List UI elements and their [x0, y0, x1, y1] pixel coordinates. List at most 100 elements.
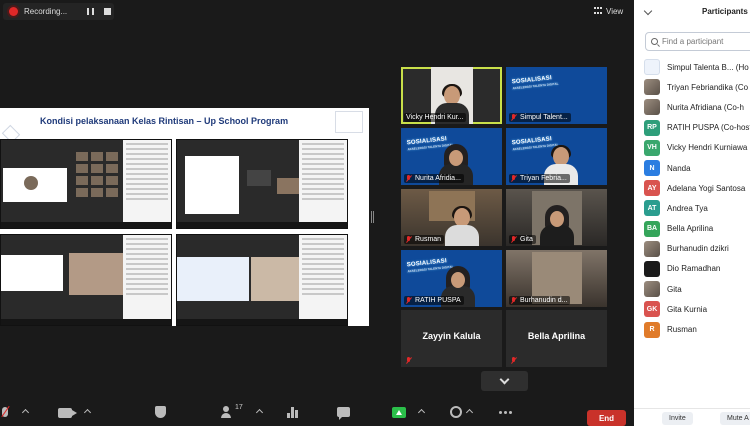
audio-options-caret[interactable] — [21, 408, 30, 417]
video-tile[interactable]: Gita — [506, 189, 607, 246]
reactions-options-caret[interactable] — [465, 408, 474, 417]
participant-row[interactable]: N Nanda — [634, 158, 750, 178]
participant-name: RATIH PUSPA (Co-host — [667, 123, 750, 133]
participant-row[interactable]: Burhanudin dzikri — [634, 239, 750, 259]
polls-button[interactable] — [287, 406, 299, 418]
mute-all-button[interactable]: Mute A — [720, 412, 750, 425]
zoom-screenshot — [176, 234, 348, 326]
poster-graphic: SOSIALISASI AKSELERASI TALENTA DIGITAL — [511, 75, 559, 91]
participant-row[interactable]: Simpul Talenta B... (Ho — [634, 57, 750, 77]
tile-center-name: Bella Aprilina — [527, 331, 586, 341]
participants-options-caret[interactable] — [255, 408, 264, 417]
zoom-screenshot — [176, 139, 348, 229]
participant-row[interactable]: Dio Ramadhan — [634, 259, 750, 279]
participant-row[interactable]: R Rusman — [634, 319, 750, 339]
share-options-caret[interactable] — [417, 408, 426, 417]
reactions-button[interactable] — [450, 406, 462, 418]
participant-row[interactable]: RP RATIH PUSPA (Co-host — [634, 118, 750, 138]
microphone-muted-icon — [2, 407, 8, 417]
video-tile[interactable]: SOSIALISASI AKSELERASI TALENTA DIGITAL RA… — [401, 250, 502, 307]
participant-name: Dio Ramadhan — [667, 264, 721, 274]
reactions-icon — [450, 406, 462, 418]
tile-mute-status — [404, 356, 415, 365]
video-tile[interactable]: SOSIALISASI AKSELERASI TALENTA DIGITAL Nu… — [401, 128, 502, 185]
video-tile[interactable]: Vicky Hendri Kur... — [401, 67, 502, 124]
participant-name: Simpul Talenta B... (Ho — [667, 62, 749, 72]
tile-name: Burhanudin d... — [509, 296, 571, 305]
slide-decoration — [335, 111, 363, 133]
participant-row[interactable]: VH Vicky Hendri Kurniawa — [634, 138, 750, 158]
share-screen-button[interactable] — [392, 406, 406, 418]
participant-search[interactable] — [645, 32, 750, 51]
view-label: View — [606, 6, 624, 16]
security-button[interactable] — [155, 406, 166, 418]
avatar: RP — [644, 119, 660, 136]
grid-view-icon — [594, 7, 603, 15]
participant-row[interactable]: AT Andrea Tya — [634, 198, 750, 218]
invite-button[interactable]: Invite — [662, 412, 693, 425]
mic-muted-icon — [406, 297, 412, 304]
video-tile[interactable]: Rusman — [401, 189, 502, 246]
start-video-button[interactable] — [58, 406, 77, 418]
stop-recording-icon[interactable] — [104, 8, 111, 15]
avatar: AY — [644, 180, 660, 197]
participant-row[interactable]: BA Bella Aprilina — [634, 219, 750, 239]
record-dot-icon — [9, 7, 18, 16]
unmute-button[interactable] — [2, 406, 8, 417]
participant-row[interactable]: GK Gita Kurnia — [634, 299, 750, 319]
participant-name: Burhanudin dzikri — [667, 244, 729, 254]
participants-count: 17 — [235, 404, 243, 411]
resize-handle[interactable] — [371, 211, 374, 223]
recording-indicator: Recording... — [3, 3, 114, 20]
participant-row[interactable]: AY Adelana Yogi Santosa — [634, 178, 750, 198]
participant-name: Andrea Tya — [667, 203, 708, 213]
participant-name: Nanda — [667, 163, 691, 173]
pause-recording-icon[interactable] — [87, 8, 94, 15]
video-tile[interactable]: Burhanudin d... — [506, 250, 607, 307]
video-tile[interactable]: SOSIALISASI AKSELERASI TALENTA DIGITAL Tr… — [506, 128, 607, 185]
participant-row[interactable]: Triyan Febriandika (Co — [634, 77, 750, 97]
participant-row[interactable]: Nurita Afridiana (Co-h — [634, 97, 750, 117]
chevron-down-icon[interactable] — [643, 6, 653, 16]
participants-button[interactable]: 17 — [221, 404, 243, 418]
avatar — [644, 240, 660, 257]
video-tile[interactable]: SOSIALISASI AKSELERASI TALENTA DIGITAL Si… — [506, 67, 607, 124]
tile-name: RATIH PUSPA — [404, 296, 464, 305]
mic-muted-icon — [511, 297, 517, 304]
participant-name: Gita — [667, 284, 682, 294]
next-page-button[interactable] — [481, 371, 528, 391]
end-meeting-button[interactable]: End — [587, 410, 626, 426]
video-options-caret[interactable] — [83, 408, 92, 417]
chat-icon — [337, 407, 350, 420]
video-tile[interactable]: Zayyin Kalula — [401, 310, 502, 367]
participant-video — [540, 205, 574, 246]
panel-title: Participants — [702, 7, 748, 16]
avatar: AT — [644, 200, 660, 217]
avatar — [644, 59, 660, 76]
mic-muted-icon — [511, 175, 517, 182]
zoom-screenshot — [0, 139, 172, 229]
participant-name: Triyan Febriandika (Co — [667, 82, 749, 92]
participant-name: Vicky Hendri Kurniawa — [667, 143, 748, 153]
chat-button[interactable] — [337, 406, 350, 420]
tile-name: Simpul Talent... — [509, 113, 571, 122]
view-button[interactable]: View — [594, 4, 623, 18]
recording-label: Recording... — [24, 7, 68, 16]
participant-row[interactable]: Gita — [634, 279, 750, 299]
more-button[interactable] — [499, 406, 512, 414]
search-input[interactable] — [662, 37, 750, 46]
polls-icon — [287, 406, 299, 418]
camera-icon — [58, 408, 77, 418]
panel-header: Participants — [634, 0, 750, 26]
participants-icon — [221, 406, 235, 418]
tile-name: Rusman — [404, 235, 445, 244]
avatar: R — [644, 321, 660, 338]
avatar — [644, 281, 660, 298]
avatar — [644, 99, 660, 116]
tile-mute-status — [509, 356, 520, 365]
tile-name: Triyan Febria... — [509, 174, 570, 183]
tile-name: Vicky Hendri Kur... — [404, 113, 467, 122]
tile-name: Nurita Afridia... — [404, 174, 464, 183]
mic-muted-icon — [511, 357, 517, 364]
video-tile[interactable]: Bella Aprilina — [506, 310, 607, 367]
